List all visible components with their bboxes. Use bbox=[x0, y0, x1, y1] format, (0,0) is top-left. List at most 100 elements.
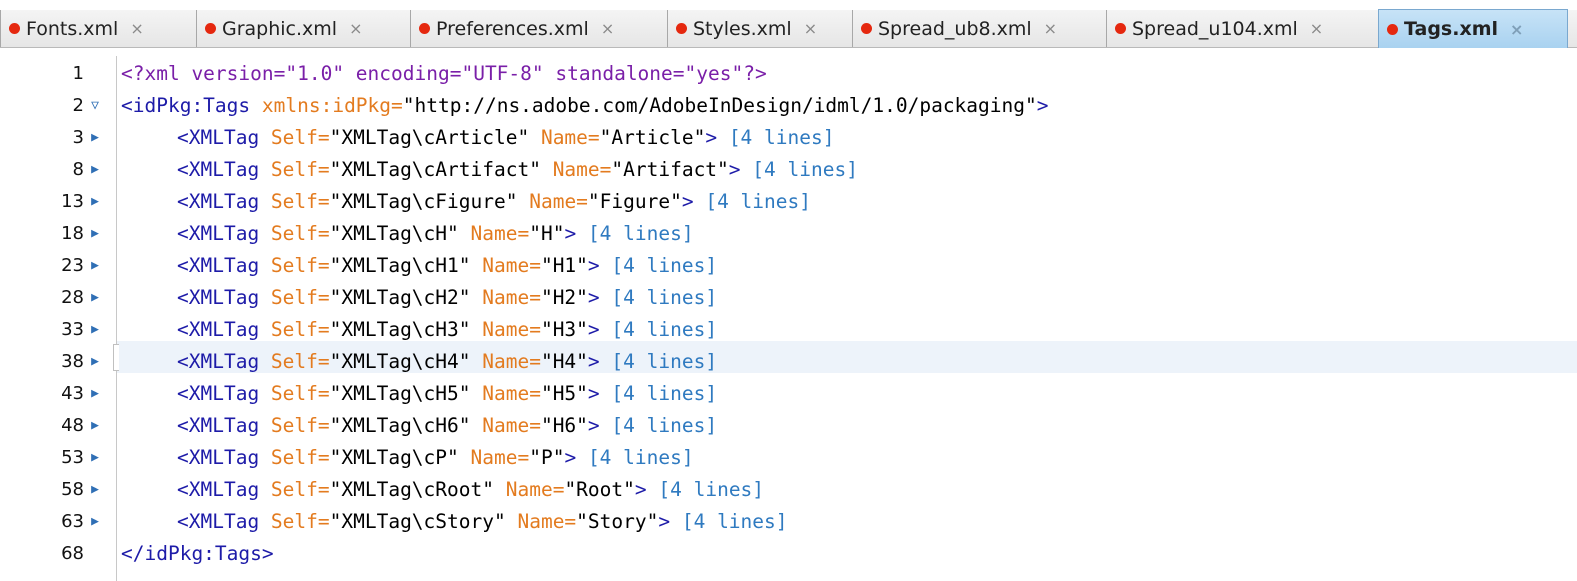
collapsed-lines-marker[interactable]: [4 lines] bbox=[588, 446, 694, 469]
code-line[interactable]: 18 ▶ <XMLTag Self="XMLTag\cH" Name="H"> [4… bbox=[0, 218, 1577, 250]
code-token: Self= bbox=[270, 446, 330, 469]
tab-close-icon[interactable]: × bbox=[1310, 19, 1323, 38]
code-text: <XMLTag Self="XMLTag\cFigure" Name="Figu… bbox=[121, 186, 811, 218]
modified-dot-icon bbox=[676, 23, 687, 34]
code-token: "H" bbox=[529, 222, 565, 245]
collapsed-lines-marker[interactable]: [4 lines] bbox=[729, 126, 835, 149]
fold-collapsed-icon[interactable]: ▶ bbox=[88, 346, 102, 378]
code-line[interactable]: 3 ▶ <XMLTag Self="XMLTag\cArticle" Name="A… bbox=[0, 122, 1577, 154]
tab-label: Spread_u104.xml bbox=[1132, 17, 1298, 40]
fold-collapsed-icon[interactable]: ▶ bbox=[88, 218, 102, 250]
line-number: 8 bbox=[72, 159, 84, 180]
code-line[interactable]: 23 ▶ <XMLTag Self="XMLTag\cH1" Name="H1"> … bbox=[0, 250, 1577, 282]
code-token: > bbox=[587, 254, 612, 277]
collapsed-lines-marker[interactable]: [4 lines] bbox=[611, 414, 717, 437]
code-line[interactable]: 28 ▶ <XMLTag Self="XMLTag\cH2" Name="H2"> … bbox=[0, 282, 1577, 314]
fold-collapsed-icon[interactable]: ▶ bbox=[88, 506, 102, 538]
code-line[interactable]: 38 ▶ <XMLTag Self="XMLTag\cH4" Name="H4"> … bbox=[0, 346, 1577, 378]
code-text: <XMLTag Self="XMLTag\cP" Name="P"> [4 li… bbox=[121, 442, 694, 474]
fold-collapsed-icon[interactable]: ▶ bbox=[88, 442, 102, 474]
code-token: "P" bbox=[529, 446, 565, 469]
tab-styles-xml[interactable]: Styles.xml × bbox=[667, 10, 847, 47]
collapsed-lines-marker[interactable]: [4 lines] bbox=[752, 158, 858, 181]
code-token: "XMLTag\cH5" bbox=[329, 382, 483, 405]
code-token: <XMLTag bbox=[177, 318, 271, 341]
code-token: Self= bbox=[270, 254, 330, 277]
code-token: > bbox=[587, 414, 612, 437]
fold-expanded-icon[interactable]: ▽ bbox=[88, 90, 102, 122]
tab-close-icon[interactable]: × bbox=[804, 19, 817, 38]
fold-collapsed-icon[interactable]: ▶ bbox=[88, 122, 102, 154]
code-line[interactable]: 68 </idPkg:Tags> bbox=[0, 538, 1577, 570]
code-line[interactable]: 1 <?xml version="1.0" encoding="UTF-8" st… bbox=[0, 58, 1577, 90]
line-number: 63 bbox=[61, 511, 84, 532]
code-token: <XMLTag bbox=[177, 382, 271, 405]
code-editor[interactable]: 1 <?xml version="1.0" encoding="UTF-8" st… bbox=[0, 56, 1577, 581]
line-number: 33 bbox=[61, 319, 84, 340]
collapsed-lines-marker[interactable]: [4 lines] bbox=[611, 286, 717, 309]
code-token: > bbox=[634, 478, 659, 501]
code-token: Self= bbox=[270, 478, 330, 501]
code-text: <XMLTag Self="XMLTag\cH" Name="H"> [4 li… bbox=[121, 218, 694, 250]
tab-close-icon[interactable]: × bbox=[1044, 19, 1057, 38]
code-token: <XMLTag bbox=[177, 126, 271, 149]
code-line[interactable]: 13 ▶ <XMLTag Self="XMLTag\cFigure" Name="F… bbox=[0, 186, 1577, 218]
collapsed-lines-marker[interactable]: [4 lines] bbox=[611, 382, 717, 405]
code-line[interactable]: 48 ▶ <XMLTag Self="XMLTag\cH6" Name="H6"> … bbox=[0, 410, 1577, 442]
tab-close-icon[interactable]: × bbox=[349, 19, 362, 38]
code-token: "Root" bbox=[564, 478, 635, 501]
collapsed-lines-marker[interactable]: [4 lines] bbox=[588, 222, 694, 245]
code-text: <XMLTag Self="XMLTag\cArtifact" Name="Ar… bbox=[121, 154, 858, 186]
code-text: <XMLTag Self="XMLTag\cRoot" Name="Root">… bbox=[121, 474, 764, 506]
tab-spread-u104-xml[interactable]: Spread_u104.xml × bbox=[1106, 10, 1373, 47]
fold-collapsed-icon[interactable]: ▶ bbox=[88, 474, 102, 506]
modified-dot-icon bbox=[419, 23, 430, 34]
collapsed-lines-marker[interactable]: [4 lines] bbox=[658, 478, 764, 501]
tab-graphic-xml[interactable]: Graphic.xml × bbox=[196, 10, 404, 47]
collapsed-lines-marker[interactable]: [4 lines] bbox=[705, 190, 811, 213]
tab-preferences-xml[interactable]: Preferences.xml × bbox=[410, 10, 662, 47]
tab-close-icon[interactable]: × bbox=[1510, 20, 1523, 39]
collapsed-lines-marker[interactable]: [4 lines] bbox=[611, 254, 717, 277]
code-token: </idPkg:Tags> bbox=[121, 542, 274, 565]
code-line[interactable]: 63 ▶ <XMLTag Self="XMLTag\cStory" Name="St… bbox=[0, 506, 1577, 538]
code-token: "Artifact" bbox=[611, 158, 729, 181]
code-line[interactable]: 53 ▶ <XMLTag Self="XMLTag\cP" Name="P"> [4… bbox=[0, 442, 1577, 474]
code-line[interactable]: 8 ▶ <XMLTag Self="XMLTag\cArtifact" Name="… bbox=[0, 154, 1577, 186]
fold-collapsed-icon[interactable]: ▶ bbox=[88, 410, 102, 442]
tab-fonts-xml[interactable]: Fonts.xml × bbox=[0, 10, 190, 47]
tab-close-icon[interactable]: × bbox=[130, 19, 143, 38]
code-text: <?xml version="1.0" encoding="UTF-8" sta… bbox=[121, 58, 767, 90]
code-token: Self= bbox=[270, 190, 330, 213]
modified-dot-icon bbox=[1387, 23, 1398, 35]
code-text: <XMLTag Self="XMLTag\cH6" Name="H6"> [4 … bbox=[121, 410, 717, 442]
fold-collapsed-icon[interactable]: ▶ bbox=[88, 282, 102, 314]
modified-dot-icon bbox=[861, 23, 872, 34]
code-token: > bbox=[681, 190, 706, 213]
tab-close-icon[interactable]: × bbox=[601, 19, 614, 38]
collapsed-lines-marker[interactable]: [4 lines] bbox=[611, 350, 717, 373]
code-text: <XMLTag Self="XMLTag\cStory" Name="Story… bbox=[121, 506, 788, 538]
code-token: "XMLTag\cH6" bbox=[329, 414, 483, 437]
fold-collapsed-icon[interactable]: ▶ bbox=[88, 186, 102, 218]
fold-collapsed-icon[interactable]: ▶ bbox=[88, 378, 102, 410]
code-line[interactable]: 2 ▽ <idPkg:Tags xmlns:idPkg="http://ns.ado… bbox=[0, 90, 1577, 122]
code-token: > bbox=[564, 446, 588, 469]
fold-collapsed-icon[interactable]: ▶ bbox=[88, 314, 102, 346]
code-line[interactable]: 33 ▶ <XMLTag Self="XMLTag\cH3" Name="H3"> … bbox=[0, 314, 1577, 346]
code-text: </idPkg:Tags> bbox=[121, 538, 274, 570]
fold-collapsed-icon[interactable]: ▶ bbox=[88, 154, 102, 186]
tab-spread-ub8-xml[interactable]: Spread_ub8.xml × bbox=[852, 10, 1102, 47]
line-number: 58 bbox=[61, 479, 84, 500]
code-line[interactable]: 58 ▶ <XMLTag Self="XMLTag\cRoot" Name="Roo… bbox=[0, 474, 1577, 506]
fold-collapsed-icon[interactable]: ▶ bbox=[88, 250, 102, 282]
tab-tags-xml[interactable]: Tags.xml × bbox=[1378, 9, 1568, 48]
code-line[interactable]: 43 ▶ <XMLTag Self="XMLTag\cH5" Name="H5"> … bbox=[0, 378, 1577, 410]
code-text: <XMLTag Self="XMLTag\cH2" Name="H2"> [4 … bbox=[121, 282, 717, 314]
code-token: "H1" bbox=[540, 254, 588, 277]
code-token: xmlns:idPkg= bbox=[261, 94, 403, 117]
code-token: "Figure" bbox=[587, 190, 682, 213]
collapsed-lines-marker[interactable]: [4 lines] bbox=[682, 510, 788, 533]
code-token: Self= bbox=[270, 510, 330, 533]
collapsed-lines-marker[interactable]: [4 lines] bbox=[611, 318, 717, 341]
